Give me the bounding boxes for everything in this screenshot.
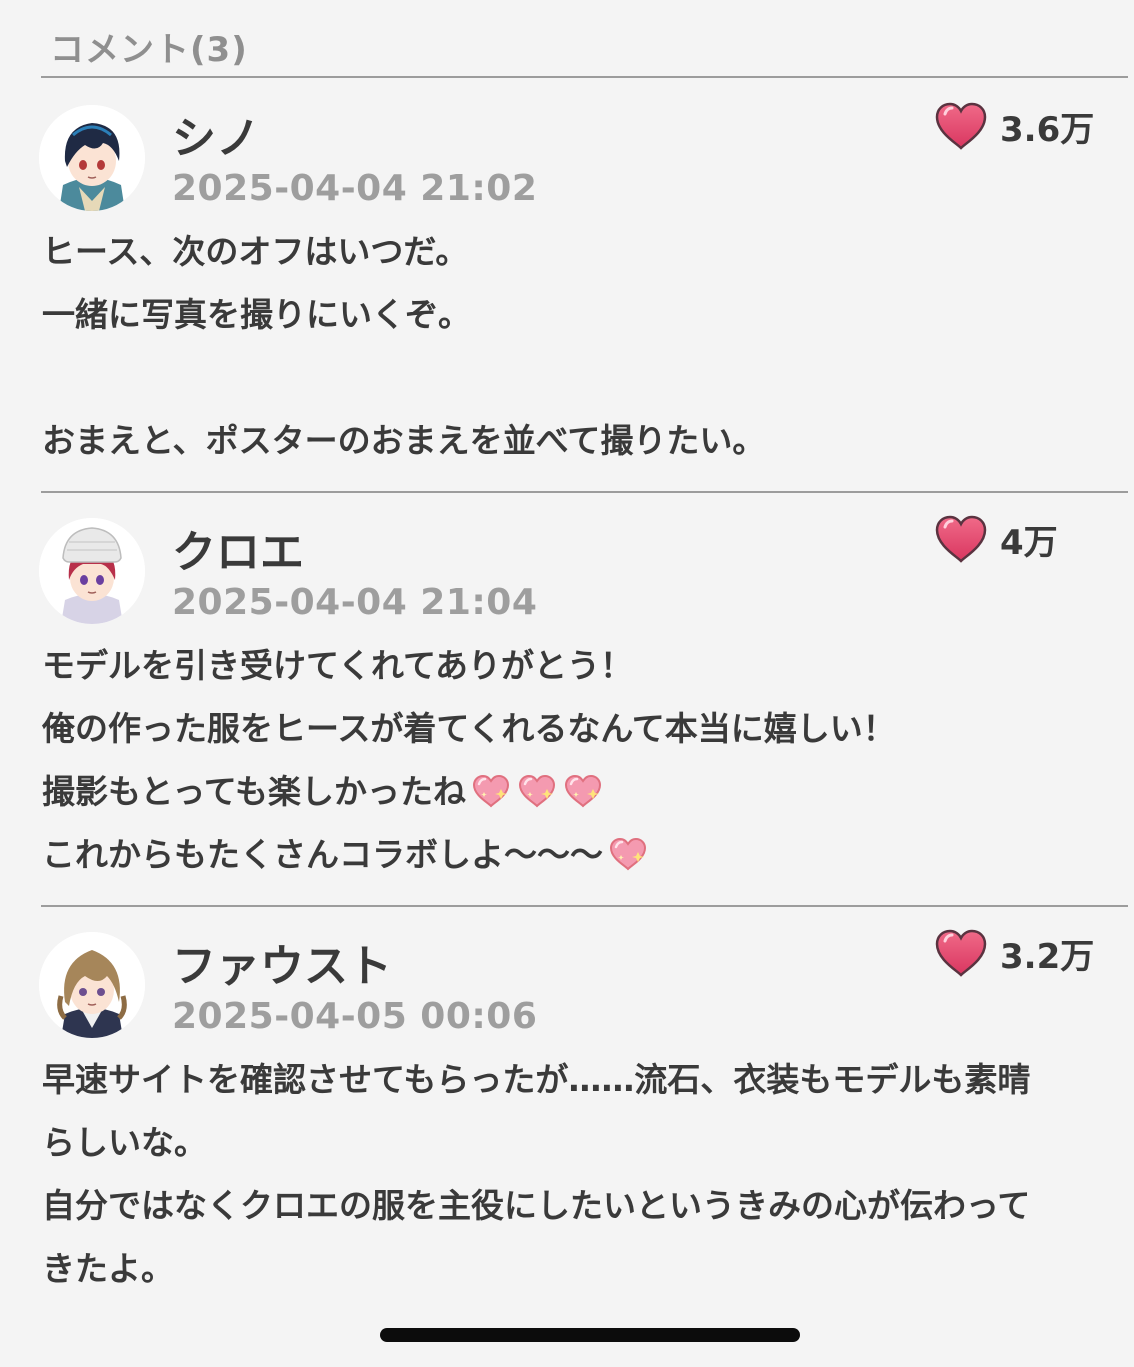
avatar-shino-icon [39,105,145,211]
comment-username[interactable]: ファウスト [172,930,392,994]
comment-line: 一緒に写真を撮りにいくぞ。 [42,295,471,334]
avatar[interactable] [39,932,145,1038]
divider [41,76,1128,78]
comment-line: これからもたくさんコラボしよ〜〜〜 [42,823,1122,886]
like-count: 4万 [1000,522,1058,563]
divider [41,905,1128,907]
comment-username[interactable]: クロエ [172,516,304,580]
home-indicator[interactable] [380,1328,800,1342]
sparkling-heart-icon [470,773,512,809]
comment-timestamp: 2025-04-05 00:06 [172,996,538,1037]
comments-title: コメント(3) [50,30,248,70]
comment-line-text: 撮影もとっても楽しかったね [42,772,467,811]
comment-line: おまえと、ポスターのおまえを並べて撮りたい。 [42,421,766,460]
comment-body: 早速サイトを確認させてもらったが……流石、衣装もモデルも素晴 らしいな。 自分で… [42,1048,1122,1300]
heart-icon [934,514,988,564]
sparkling-heart-icon [607,836,649,872]
like-button[interactable]: 3.6万 [934,98,1094,154]
sparkling-heart-icon [562,773,604,809]
sparkling-heart-icon [516,773,558,809]
comment-line [42,346,1122,409]
heart-icon [934,928,988,978]
avatar[interactable] [39,518,145,624]
avatar-chloe-icon [39,518,145,624]
like-button[interactable]: 3.2万 [934,925,1094,981]
comment-line: きたよ。 [42,1249,174,1288]
comment-line: ヒース、次のオフはいつだ。 [42,232,469,271]
heart-icon [934,101,988,151]
divider [41,491,1128,493]
comment-line: らしいな。 [42,1123,207,1162]
like-count: 3.2万 [1000,936,1095,977]
comment-body: ヒース、次のオフはいつだ。 一緒に写真を撮りにいくぞ。 おまえと、ポスターのおま… [42,220,1122,472]
comment-line: モデルを引き受けてくれてありがとう！ [42,646,634,685]
comment-line: 俺の作った服をヒースが着てくれるなんて本当に嬉しい！ [42,709,896,748]
comment-line: 自分ではなくクロエの服を主役にしたいというきみの心が伝わって [42,1186,1031,1225]
comment-line: 早速サイトを確認させてもらったが……流石、衣装もモデルも素晴 [42,1060,1031,1099]
comment-line: 撮影もとっても楽しかったね [42,760,1122,823]
avatar[interactable] [39,105,145,211]
comment-timestamp: 2025-04-04 21:02 [172,168,538,209]
comment-username[interactable]: シノ [172,102,260,166]
like-button[interactable]: 4万 [934,511,1058,567]
like-count: 3.6万 [1000,109,1095,150]
comment-body: モデルを引き受けてくれてありがとう！ 俺の作った服をヒースが着てくれるなんて本当… [42,634,1122,886]
comment-timestamp: 2025-04-04 21:04 [172,582,538,623]
comment-line-text: これからもたくさんコラボしよ〜〜〜 [42,835,603,874]
avatar-faust-icon [39,932,145,1038]
